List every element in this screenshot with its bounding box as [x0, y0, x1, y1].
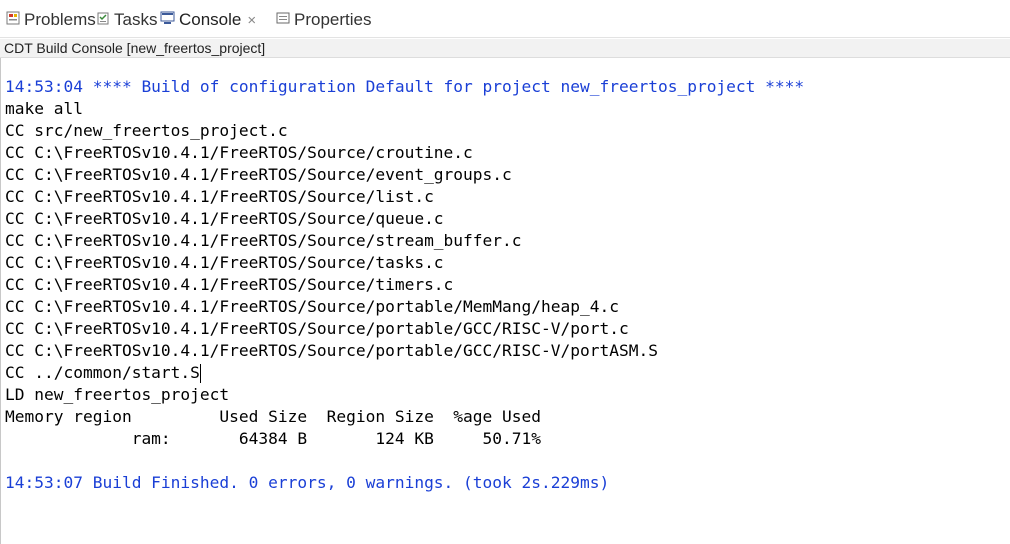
console-line: CC C:\FreeRTOSv10.4.1/FreeRTOS/Source/cr…: [5, 143, 473, 162]
console-line: CC C:\FreeRTOSv10.4.1/FreeRTOS/Source/ti…: [5, 275, 454, 294]
view-tab-bar: Problems Tasks Console × Properties: [0, 0, 1010, 38]
tasks-icon: [96, 10, 110, 30]
console-line: CC C:\FreeRTOSv10.4.1/FreeRTOS/Source/ta…: [5, 253, 444, 272]
console-line: ram: 64384 B 124 KB 50.71%: [5, 429, 542, 448]
tab-tasks-label: Tasks: [114, 10, 158, 29]
tab-console[interactable]: Console ×: [160, 8, 256, 32]
console-line: CC src/new_freertos_project.c: [5, 121, 288, 140]
console-line: Memory region Used Size Region Size %age…: [5, 407, 542, 426]
console-line: CC C:\FreeRTOSv10.4.1/FreeRTOS/Source/po…: [5, 341, 658, 360]
console-line: CC C:\FreeRTOSv10.4.1/FreeRTOS/Source/li…: [5, 187, 434, 206]
console-line: 14:53:04 **** Build of configuration Def…: [5, 77, 805, 96]
console-line: make all: [5, 99, 83, 118]
console-output[interactable]: 14:53:04 **** Build of configuration Def…: [0, 58, 1010, 544]
tab-properties[interactable]: Properties: [276, 8, 371, 32]
console-line: CC ../common/start.S: [5, 363, 200, 382]
console-line: CC C:\FreeRTOSv10.4.1/FreeRTOS/Source/st…: [5, 231, 522, 250]
console-line: 14:53:07 Build Finished. 0 errors, 0 war…: [5, 473, 610, 492]
tab-tasks[interactable]: Tasks: [96, 8, 157, 32]
console-line: CC C:\FreeRTOSv10.4.1/FreeRTOS/Source/po…: [5, 319, 629, 338]
console-line: CC C:\FreeRTOSv10.4.1/FreeRTOS/Source/ev…: [5, 165, 512, 184]
console-title: CDT Build Console [new_freertos_project]: [0, 39, 1010, 58]
tab-problems[interactable]: Problems: [6, 8, 96, 32]
problems-icon: [6, 10, 20, 30]
properties-icon: [276, 10, 290, 30]
tab-console-label: Console: [179, 10, 242, 29]
console-line: LD new_freertos_project: [5, 385, 230, 404]
console-icon: [160, 10, 175, 30]
console-line: CC C:\FreeRTOSv10.4.1/FreeRTOS/Source/po…: [5, 297, 619, 316]
tab-properties-label: Properties: [294, 10, 372, 29]
console-line: CC C:\FreeRTOSv10.4.1/FreeRTOS/Source/qu…: [5, 209, 444, 228]
text-caret: [200, 364, 201, 383]
tab-problems-label: Problems: [24, 10, 96, 29]
close-icon[interactable]: ×: [247, 12, 256, 29]
